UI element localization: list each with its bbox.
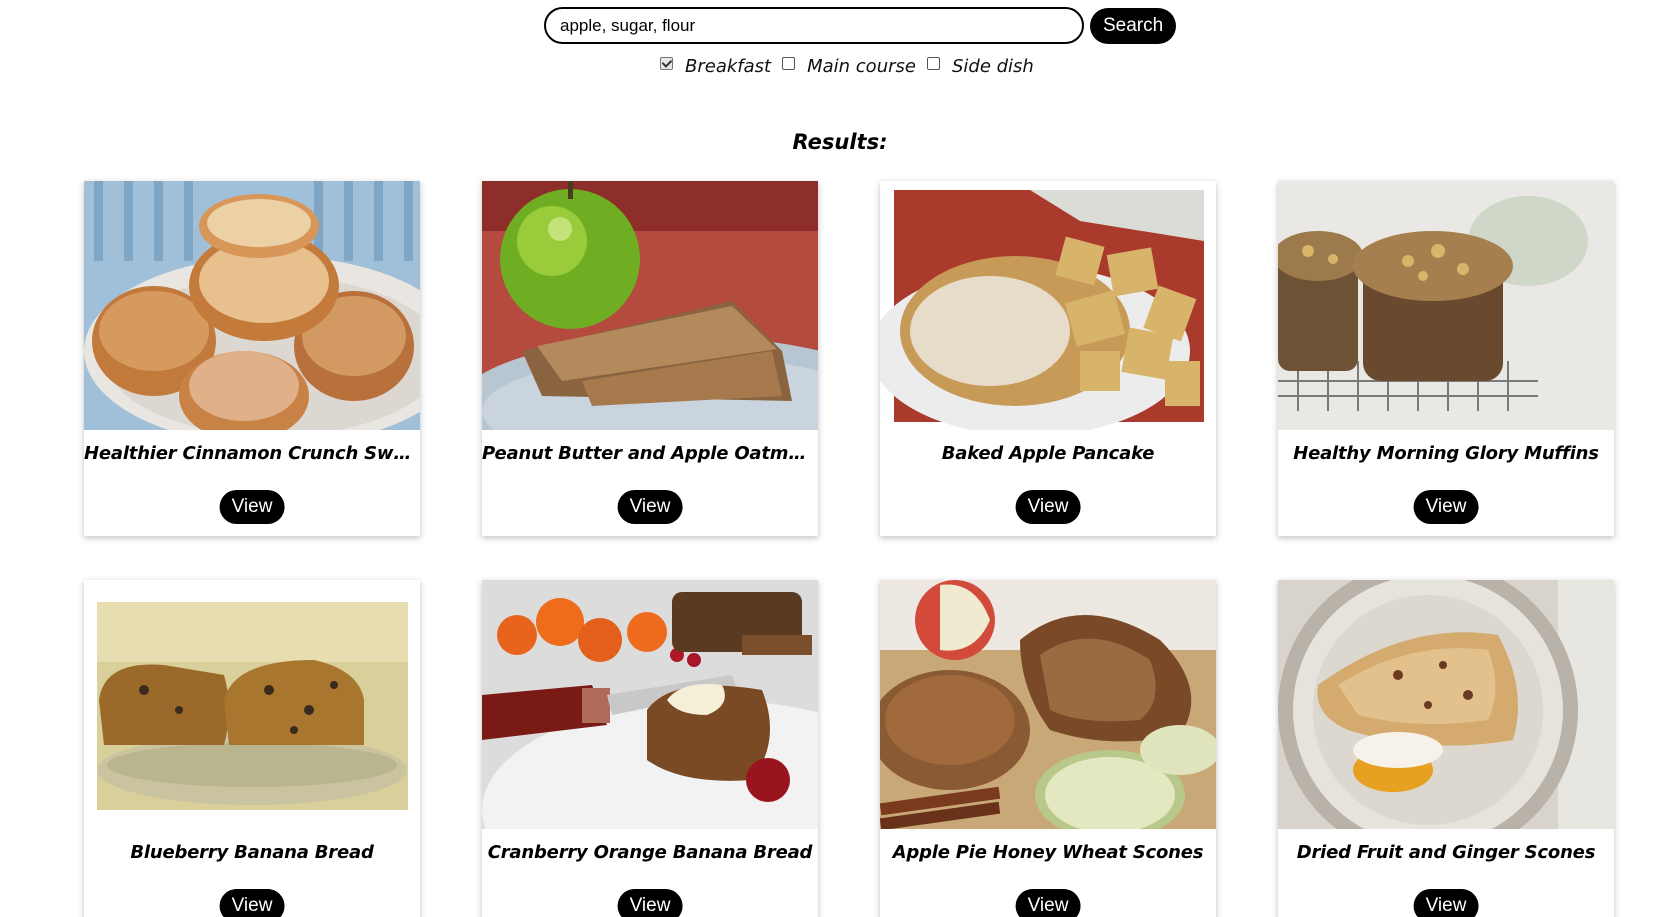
recipe-image[interactable] bbox=[84, 181, 420, 430]
recipe-card: Healthier Cinnamon Crunch Sweet Po... Vi… bbox=[84, 181, 420, 536]
recipe-card: Apple Pie Honey Wheat Scones View bbox=[880, 580, 1216, 917]
breakfast-checkbox[interactable] bbox=[660, 57, 673, 70]
recipe-image[interactable] bbox=[880, 580, 1216, 829]
meal-type-filters: Breakfast Main course Side dish bbox=[660, 56, 1045, 77]
results-heading: Results: bbox=[792, 130, 888, 154]
filter-label: Side dish bbox=[951, 56, 1034, 77]
recipe-image[interactable] bbox=[1278, 181, 1614, 430]
recipe-title: Healthy Morning Glory Muffins bbox=[1293, 443, 1599, 464]
recipe-card: Blueberry Banana Bread View bbox=[84, 580, 420, 917]
recipe-card: Dried Fruit and Ginger Scones View bbox=[1278, 580, 1614, 917]
view-button[interactable]: View bbox=[617, 490, 683, 524]
view-button[interactable]: View bbox=[1015, 490, 1081, 524]
filter-label: Breakfast bbox=[685, 56, 772, 77]
view-button[interactable]: View bbox=[1413, 490, 1479, 524]
recipe-image[interactable] bbox=[1278, 580, 1614, 829]
view-button[interactable]: View bbox=[1413, 889, 1479, 917]
recipe-title: Apple Pie Honey Wheat Scones bbox=[892, 842, 1204, 863]
recipe-title: Blueberry Banana Bread bbox=[130, 842, 374, 863]
recipe-card: Baked Apple Pancake View bbox=[880, 181, 1216, 536]
filter-label: Main course bbox=[807, 56, 916, 77]
recipe-image[interactable] bbox=[84, 580, 420, 829]
recipe-title: Dried Fruit and Ginger Scones bbox=[1296, 842, 1596, 863]
recipe-title: Healthier Cinnamon Crunch Sweet Po... bbox=[84, 443, 420, 464]
recipe-card: Healthy Morning Glory Muffins View bbox=[1278, 181, 1614, 536]
search-bar: Search bbox=[544, 7, 1177, 44]
recipe-card: Cranberry Orange Banana Bread View bbox=[482, 580, 818, 917]
recipe-image[interactable] bbox=[482, 181, 818, 430]
view-button[interactable]: View bbox=[219, 490, 285, 524]
view-button[interactable]: View bbox=[1015, 889, 1081, 917]
recipe-title: Peanut Butter and Apple Oatmeal Bre... bbox=[482, 443, 818, 464]
results-grid: Healthier Cinnamon Crunch Sweet Po... Vi… bbox=[84, 181, 1614, 917]
filter-breakfast[interactable]: Breakfast bbox=[660, 56, 771, 77]
recipe-image[interactable] bbox=[482, 580, 818, 829]
search-input[interactable] bbox=[544, 7, 1084, 44]
recipe-title: Cranberry Orange Banana Bread bbox=[487, 842, 813, 863]
filter-side-dish[interactable]: Side dish bbox=[926, 56, 1034, 77]
side-dish-checkbox[interactable] bbox=[926, 57, 940, 70]
recipe-card: Peanut Butter and Apple Oatmeal Bre... V… bbox=[482, 181, 818, 536]
recipe-image[interactable] bbox=[880, 181, 1216, 430]
search-button[interactable]: Search bbox=[1090, 7, 1177, 44]
view-button[interactable]: View bbox=[219, 889, 285, 917]
main-course-checkbox[interactable] bbox=[782, 57, 796, 70]
recipe-title: Baked Apple Pancake bbox=[941, 443, 1155, 464]
view-button[interactable]: View bbox=[617, 889, 683, 917]
recipe-search-page: Search Breakfast Main course Side dish R… bbox=[0, 0, 1680, 917]
filter-main-course[interactable]: Main course bbox=[782, 56, 916, 77]
